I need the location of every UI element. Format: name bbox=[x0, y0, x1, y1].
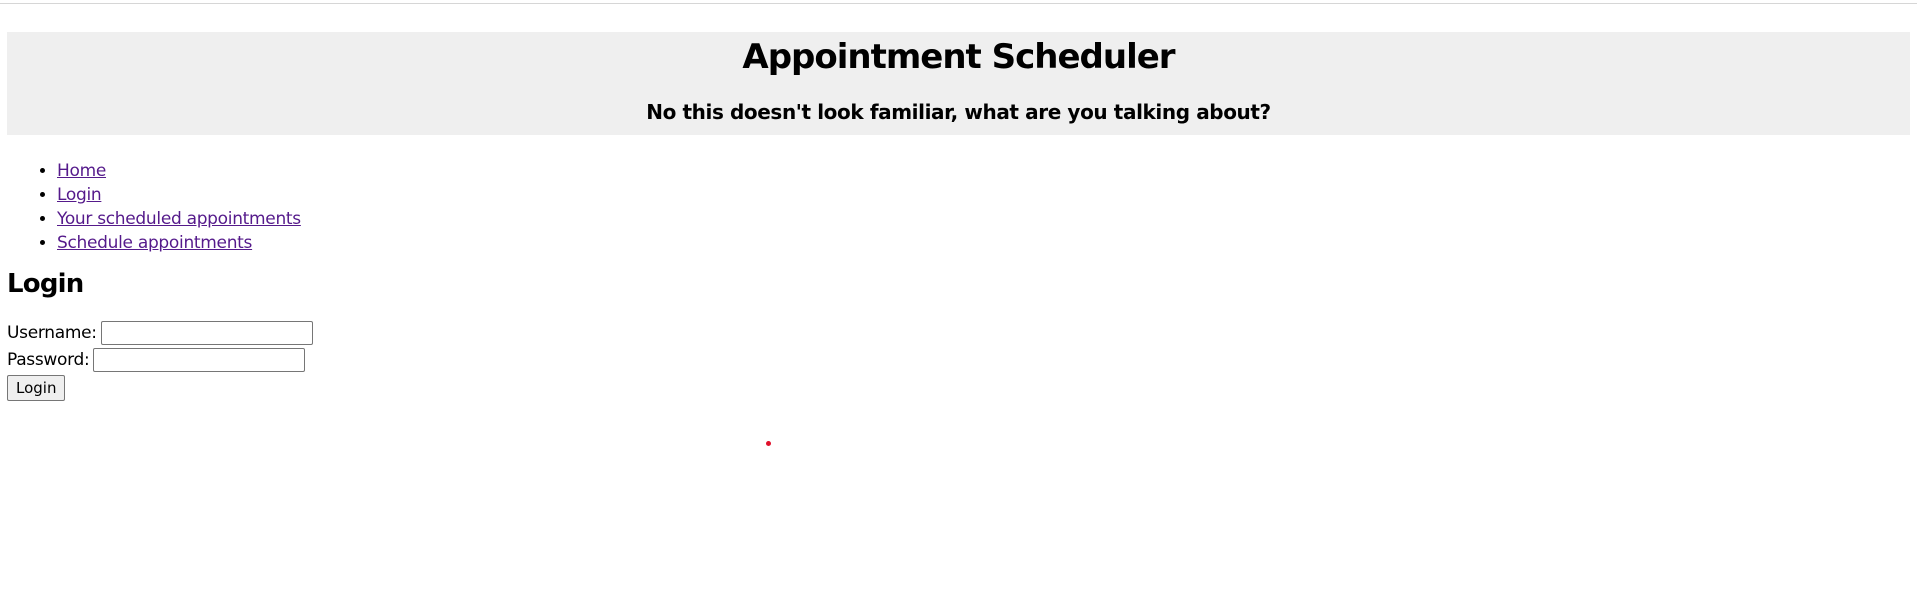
nav-list: Home Login Your scheduled appointments S… bbox=[7, 159, 1910, 255]
login-form: Username: Password: Login bbox=[7, 319, 1910, 401]
username-label: Username: bbox=[7, 322, 97, 343]
username-row: Username: bbox=[7, 319, 1910, 346]
nav-item-home: Home bbox=[57, 159, 1910, 183]
pointer-dot bbox=[766, 441, 771, 446]
nav-link-home[interactable]: Home bbox=[57, 161, 106, 181]
username-field[interactable] bbox=[100, 320, 313, 345]
page-content: Appointment Scheduler No this doesn't lo… bbox=[7, 32, 1910, 401]
page-subtitle: No this doesn't look familiar, what are … bbox=[646, 100, 1271, 124]
nav-link-scheduled-appointments[interactable]: Your scheduled appointments bbox=[57, 209, 301, 229]
login-heading: Login bbox=[7, 269, 84, 299]
nav-item-schedule: Schedule appointments bbox=[57, 231, 1910, 255]
login-button[interactable]: Login bbox=[7, 375, 66, 401]
nav-link-schedule-appointments[interactable]: Schedule appointments bbox=[57, 233, 252, 253]
page-title: Appointment Scheduler bbox=[742, 37, 1175, 77]
nav-item-scheduled: Your scheduled appointments bbox=[57, 207, 1910, 231]
top-divider bbox=[0, 3, 1917, 4]
password-field[interactable] bbox=[93, 347, 306, 372]
page-header: Appointment Scheduler No this doesn't lo… bbox=[7, 32, 1910, 135]
nav-link-login[interactable]: Login bbox=[57, 185, 102, 205]
password-label: Password: bbox=[7, 349, 90, 370]
nav-item-login: Login bbox=[57, 183, 1910, 207]
password-row: Password: bbox=[7, 346, 1910, 373]
